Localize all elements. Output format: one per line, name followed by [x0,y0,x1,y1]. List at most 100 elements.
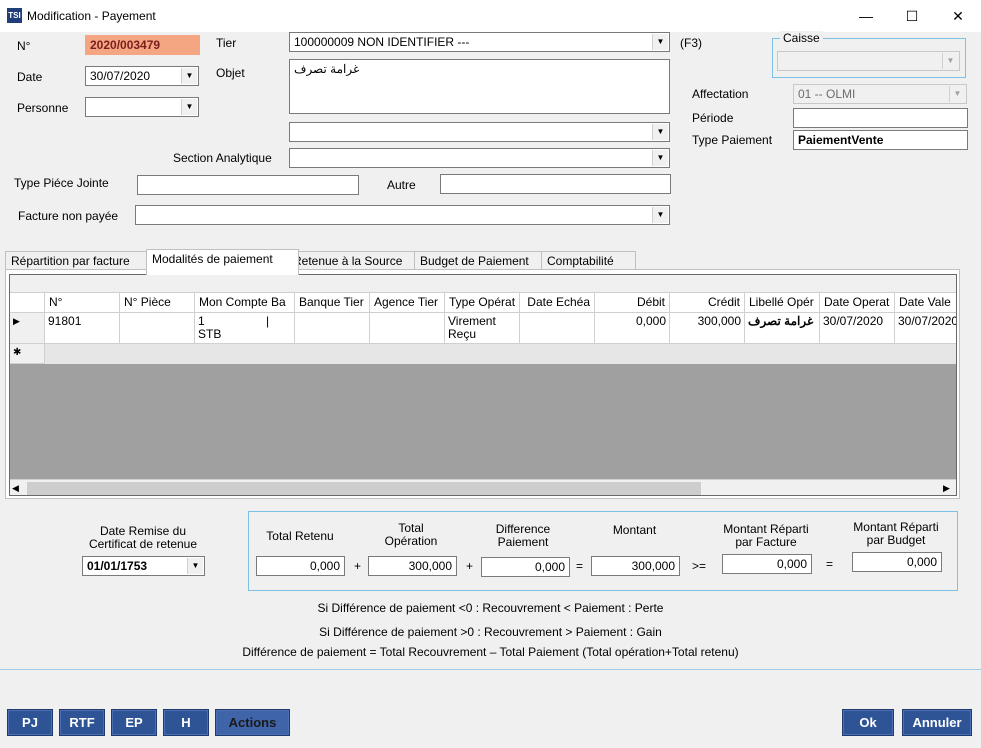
affectation-select[interactable]: 01 -- OLMI ▼ [793,84,967,104]
reparti-facture-field: 0,000 [722,554,812,574]
scroll-right-icon[interactable]: ▶ [943,483,950,494]
equals-operator: = [826,557,834,571]
chevron-down-icon[interactable]: ▼ [652,124,668,140]
date-picker[interactable]: 30/07/2020 ▼ [85,66,199,86]
window-title: Modification - Payement [27,9,156,23]
close-button[interactable]: ✕ [935,0,981,32]
chevron-down-icon[interactable]: ▼ [652,34,668,50]
footer-divider [0,669,981,670]
numero-label: N° [17,39,31,53]
certificat-date-value: 01/01/1753 [87,559,148,573]
cell-piece[interactable] [120,313,195,344]
app-logo-icon: TSI [7,8,22,23]
col-header-date-valeur[interactable]: Date Vale [895,293,956,313]
facture-label: Facture non payée [18,209,119,223]
cell-date-operation[interactable]: 30/07/2020 [820,313,895,344]
tier-hint: (F3) [680,36,702,50]
horizontal-scrollbar[interactable]: ◀ ▶ [10,479,956,495]
chevron-down-icon[interactable]: ▼ [187,558,203,574]
cell-compte-line1: 1 [198,314,205,328]
col-header-credit[interactable]: Crédit [670,293,745,313]
caisse-select[interactable]: ▼ [777,51,960,71]
annuler-button[interactable]: Annuler [902,709,972,736]
cell-libelle[interactable]: غرامة تصرف [745,313,820,344]
montant-field: 300,000 [591,556,680,576]
note-perte: Si Différence de paiement <0 : Recouvrem… [317,601,664,615]
facture-select[interactable]: ▼ [135,205,670,225]
total-retenu-field: 0,000 [256,556,345,576]
col-header-agence[interactable]: Agence Tier [370,293,445,313]
cell-echeance[interactable] [520,313,595,344]
cell-agence[interactable] [370,313,445,344]
rtf-button[interactable]: RTF [59,709,105,736]
plus-operator: + [354,559,362,573]
scroll-left-icon[interactable]: ◀ [12,483,19,494]
col-header-date-operation[interactable]: Date Operat [820,293,895,313]
note-gain: Si Différence de paiement >0 : Recouvrem… [319,625,662,639]
actions-button[interactable]: Actions [215,709,290,736]
payment-grid[interactable]: N° N° Pièce Mon Compte Ba Banque Tier Ag… [9,274,957,496]
personne-select[interactable]: ▼ [85,97,199,117]
h-button[interactable]: H [163,709,209,736]
ep-button[interactable]: EP [111,709,157,736]
objet-textarea[interactable]: غرامة تصرف [289,59,670,114]
tier-select[interactable]: 100000009 NON IDENTIFIER --- ▼ [289,32,670,52]
new-row-selector[interactable]: ✱ [10,344,45,364]
cell-compte-line2: STB [198,327,222,341]
certificat-date-picker[interactable]: 01/01/1753 ▼ [82,556,205,576]
autre-input[interactable] [440,174,671,194]
type-paiement-field: PaiementVente [793,130,968,150]
new-row[interactable] [45,344,956,364]
periode-input[interactable] [793,108,968,128]
total-retenu-label: Total Retenu [266,529,334,543]
periode-label: Période [692,111,734,125]
cell-compte[interactable]: 1 | STB [195,313,295,344]
total-operation-label: Total Opération [368,522,454,548]
cell-type-line2: Reçu [448,327,477,341]
tier-label: Tier [216,36,237,50]
chevron-down-icon[interactable]: ▼ [942,53,958,69]
col-header-piece[interactable]: N° Pièce [120,293,195,313]
extra-select[interactable]: ▼ [289,122,670,142]
col-header-banque[interactable]: Banque Tier [295,293,370,313]
cell-banque[interactable] [295,313,370,344]
cell-debit[interactable]: 0,000 [595,313,670,344]
objet-label: Objet [216,66,245,80]
difference-field: 0,000 [481,557,570,577]
cell-credit[interactable]: 300,000 [670,313,745,344]
chevron-down-icon[interactable]: ▼ [949,86,965,102]
note-formule: Différence de paiement = Total Recouvrem… [242,645,739,659]
reparti-budget-field: 0,000 [852,552,942,572]
col-header-numero[interactable]: N° [45,293,120,313]
chevron-down-icon[interactable]: ▼ [652,207,668,223]
ok-button[interactable]: Ok [842,709,894,736]
affectation-value: 01 -- OLMI [798,87,856,101]
col-header-debit[interactable]: Débit [595,293,670,313]
pj-button[interactable]: PJ [7,709,53,736]
chevron-down-icon[interactable]: ▼ [181,68,197,84]
chevron-down-icon[interactable]: ▼ [652,150,668,166]
cell-date-valeur[interactable]: 30/07/2020 [895,313,956,344]
type-piece-input[interactable] [137,175,359,195]
numero-field[interactable]: 2020/003479 [85,35,200,55]
section-select[interactable]: ▼ [289,148,670,168]
tab-modalites-paiement[interactable]: Modalités de paiement [146,249,299,275]
col-header-libelle[interactable]: Libellé Opér [745,293,820,313]
maximize-button[interactable]: ☐ [889,0,935,32]
col-header-echeance[interactable]: Date Echéa [520,293,595,313]
caisse-label: Caisse [780,31,823,45]
cell-type[interactable]: Virement Reçu [445,313,520,344]
minimize-button[interactable]: — [843,0,889,32]
col-header-type[interactable]: Type Opérat [445,293,520,313]
reparti-budget-label: Montant Réparti par Budget [848,521,944,547]
chevron-down-icon[interactable]: ▼ [181,99,197,115]
cell-compte-separator: | [266,314,270,328]
date-value: 30/07/2020 [90,69,151,83]
scroll-thumb[interactable] [27,482,701,495]
col-header-compte[interactable]: Mon Compte Ba [195,293,295,313]
certificat-label-line2: Certificat de retenue [88,537,198,551]
affectation-label: Affectation [692,87,749,101]
row-selector[interactable]: ▶ [10,313,45,344]
cell-numero[interactable]: 91801 [45,313,120,344]
type-piece-label: Type Piéce Jointe [14,176,109,190]
